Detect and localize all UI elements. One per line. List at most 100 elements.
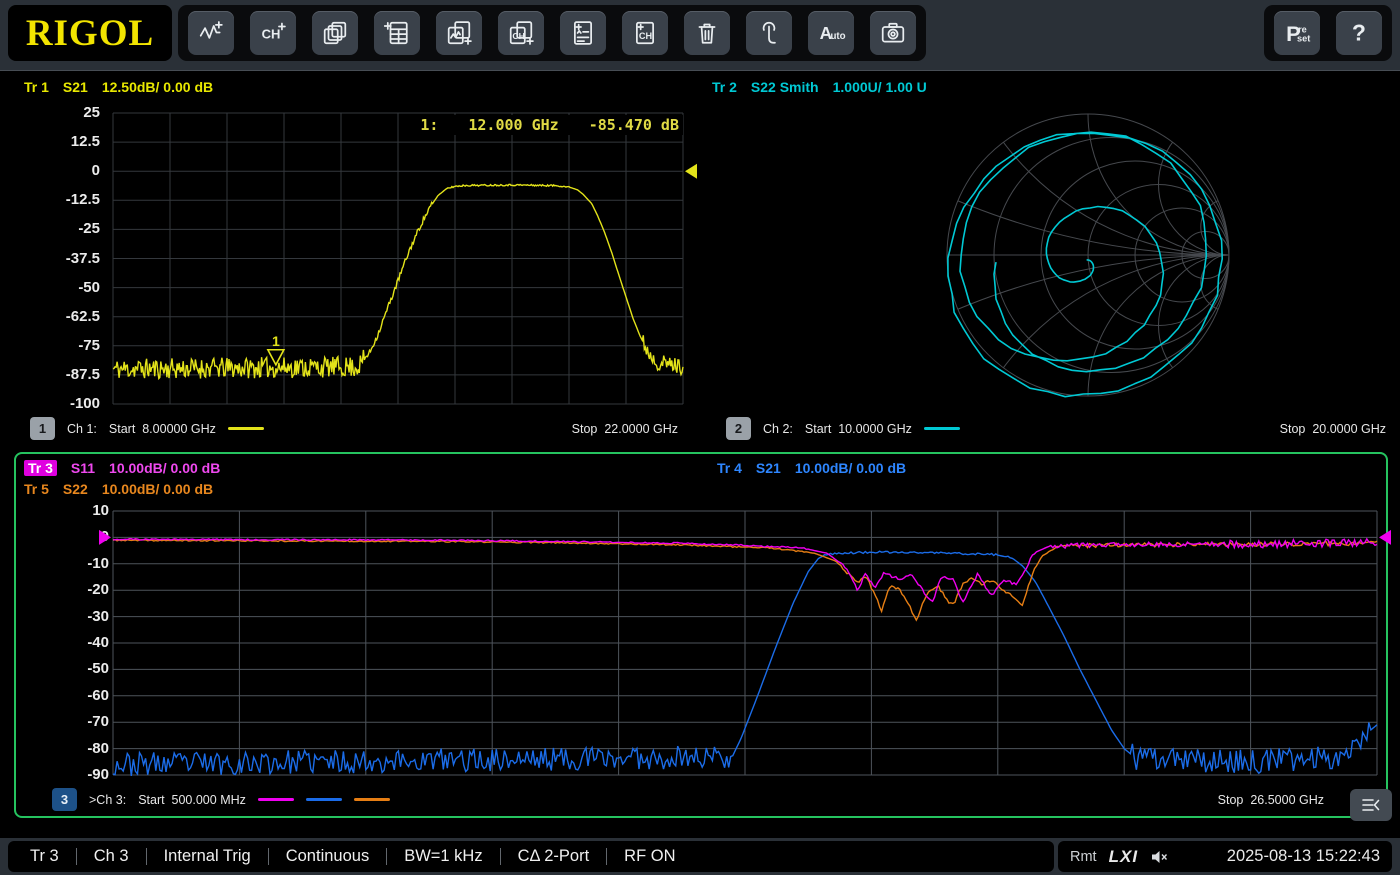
status-cal-state[interactable]: CΔ 2-Port xyxy=(500,848,590,865)
trace-add-icon xyxy=(198,20,224,46)
ch2-badge[interactable]: 2 xyxy=(726,417,751,440)
y-tick: -25 xyxy=(34,220,100,238)
svg-text:CH: CH xyxy=(639,31,653,41)
lxi-indicator: LXI xyxy=(1109,847,1138,867)
help-button[interactable]: ? xyxy=(1336,11,1382,55)
marker-readout-freq: 12.000 GHz xyxy=(468,116,558,134)
trace4-scale: 10.00dB/ 0.00 dB xyxy=(795,460,906,476)
status-rf-state[interactable]: RF ON xyxy=(606,848,675,865)
file-channel-add-icon: CH xyxy=(632,20,658,46)
ch1-footer: 1 Ch 1: Start 8.00000 GHz Stop 22.0000 G… xyxy=(30,417,678,440)
svg-text:?: ? xyxy=(1352,20,1366,46)
ch2-smith-chart[interactable] xyxy=(943,110,1233,400)
menu-expand-button[interactable] xyxy=(1350,789,1392,821)
svg-text:CH: CH xyxy=(512,31,525,41)
ch1-badge[interactable]: 1 xyxy=(30,417,55,440)
trace3-id-chip[interactable]: Tr 3 xyxy=(24,460,57,476)
ch2-stop-frequency[interactable]: Stop 20.0000 GHz xyxy=(1280,422,1386,436)
trace-window-add-button[interactable] xyxy=(436,11,482,55)
y-tick: -37.5 xyxy=(34,250,100,268)
ref-level-marker[interactable] xyxy=(685,164,697,179)
remote-indicator: Rmt xyxy=(1070,849,1097,865)
file-channel-add-button[interactable]: CH xyxy=(622,11,668,55)
ch2-start-frequency[interactable]: Start 10.0000 GHz xyxy=(805,422,912,436)
ch3-window[interactable]: Tr 3 S11 10.00dB/ 0.00 dB Tr 4 S21 10.00… xyxy=(14,452,1388,818)
file-trace-add-button[interactable] xyxy=(560,11,606,55)
grid xyxy=(113,113,683,404)
trace5-label[interactable]: Tr 5 S22 10.00dB/ 0.00 dB xyxy=(24,481,213,497)
status-if-bandwidth[interactable]: BW=1 kHz xyxy=(386,848,482,865)
trace2-scale: 1.000U/ 1.00 U xyxy=(833,79,927,95)
status-sweep-mode[interactable]: Continuous xyxy=(268,848,369,865)
channel-window-add-icon: CH xyxy=(508,20,534,46)
ch3-plot-area[interactable] xyxy=(113,511,1377,775)
help-icon: ? xyxy=(1346,20,1372,46)
status-active-channel[interactable]: Ch 3 xyxy=(76,848,129,865)
touch-button[interactable] xyxy=(746,11,792,55)
grid xyxy=(113,511,1377,775)
ch3-badge[interactable]: 3 xyxy=(52,788,77,811)
trace1-id: Tr 1 xyxy=(24,79,49,95)
marker-1-label: 1 xyxy=(272,333,280,349)
y-tick: -10 xyxy=(43,555,109,573)
trace5-id: Tr 5 xyxy=(24,481,49,497)
vna-screen: RIGOL CH xyxy=(0,0,1400,875)
file-trace-add-icon xyxy=(570,20,596,46)
trace4-label[interactable]: Tr 4 S21 10.00dB/ 0.00 dB xyxy=(717,460,906,476)
preset-button[interactable]: P re set xyxy=(1274,11,1320,55)
status-bar-left: Tr 3 Ch 3 Internal Trig Continuous BW=1 … xyxy=(8,841,1054,872)
ch2-label: Ch 2: xyxy=(763,422,793,436)
y-tick: -80 xyxy=(43,740,109,758)
status-bar: Tr 3 Ch 3 Internal Trig Continuous BW=1 … xyxy=(0,838,1400,875)
trace1-scale: 12.50dB/ 0.00 dB xyxy=(102,79,213,95)
trace3-label[interactable]: Tr 3 S11 10.00dB/ 0.00 dB xyxy=(24,460,220,476)
screenshot-button[interactable] xyxy=(870,11,916,55)
ch1-start-frequency[interactable]: Start 8.00000 GHz xyxy=(109,422,216,436)
status-active-trace[interactable]: Tr 3 xyxy=(30,847,59,866)
y-tick: 0 xyxy=(34,162,100,180)
toolbar: RIGOL CH xyxy=(0,0,1400,71)
toolbar-button-group: CH xyxy=(178,5,926,61)
copy-window-button[interactable] xyxy=(312,11,358,55)
speaker-muted-icon xyxy=(1150,850,1170,864)
marker-1[interactable] xyxy=(268,350,284,365)
trace5-scale: 10.00dB/ 0.00 dB xyxy=(102,481,213,497)
marker-readout: 1: 12.000 GHz -85.470 dB xyxy=(416,115,683,135)
y-tick: -70 xyxy=(43,713,109,731)
status-trigger-source[interactable]: Internal Trig xyxy=(146,848,251,865)
sheet-add-icon xyxy=(384,20,410,46)
ch3-stop-frequency[interactable]: Stop 26.5000 GHz xyxy=(1218,793,1324,807)
ch2-footer: 2 Ch 2: Start 10.0000 GHz Stop 20.0000 G… xyxy=(726,417,1386,440)
trace4-id: Tr 4 xyxy=(717,460,742,476)
ref-level-marker[interactable] xyxy=(1379,530,1391,545)
y-tick: 12.5 xyxy=(34,133,100,151)
trace4-param: S21 xyxy=(756,460,781,476)
ch3-trace4-swatch xyxy=(306,798,342,801)
camera-icon xyxy=(880,20,906,46)
channel-add-icon: CH xyxy=(260,20,286,46)
ch3-footer: 3 >Ch 3: Start 500.000 MHz Stop 26.5000 … xyxy=(52,788,1324,811)
trace1-label[interactable]: Tr 1 S21 12.50dB/ 0.00 dB xyxy=(24,79,213,95)
ch1-stop-frequency[interactable]: Stop 22.0000 GHz xyxy=(572,422,678,436)
y-tick: -50 xyxy=(43,660,109,678)
delete-button[interactable] xyxy=(684,11,730,55)
channel-add-button[interactable]: CH xyxy=(250,11,296,55)
ch3-trace5-swatch xyxy=(354,798,390,801)
trace-window-add-icon xyxy=(446,20,472,46)
channel-window-add-button[interactable]: CH xyxy=(498,11,544,55)
ch1-plot-area[interactable]: 1 xyxy=(113,113,683,404)
trace3-scale: 10.00dB/ 0.00 dB xyxy=(109,460,220,476)
svg-text:set: set xyxy=(1297,34,1310,44)
marker-readout-id: 1: xyxy=(420,116,438,134)
ch3-start-frequency[interactable]: Start 500.000 MHz xyxy=(138,793,246,807)
y-tick: -30 xyxy=(43,608,109,626)
status-bar-right: Rmt LXI 2025-08-13 15:22:43 xyxy=(1058,841,1392,872)
trash-icon xyxy=(694,20,720,46)
menu-collapse-icon xyxy=(1360,797,1382,813)
y-tick: -20 xyxy=(43,581,109,599)
trace-add-button[interactable] xyxy=(188,11,234,55)
copy-window-icon xyxy=(322,20,348,46)
trace2-label[interactable]: Tr 2 S22 Smith 1.000U/ 1.00 U xyxy=(712,79,927,95)
auto-scale-button[interactable]: A uto xyxy=(808,11,854,55)
sheet-add-button[interactable] xyxy=(374,11,420,55)
